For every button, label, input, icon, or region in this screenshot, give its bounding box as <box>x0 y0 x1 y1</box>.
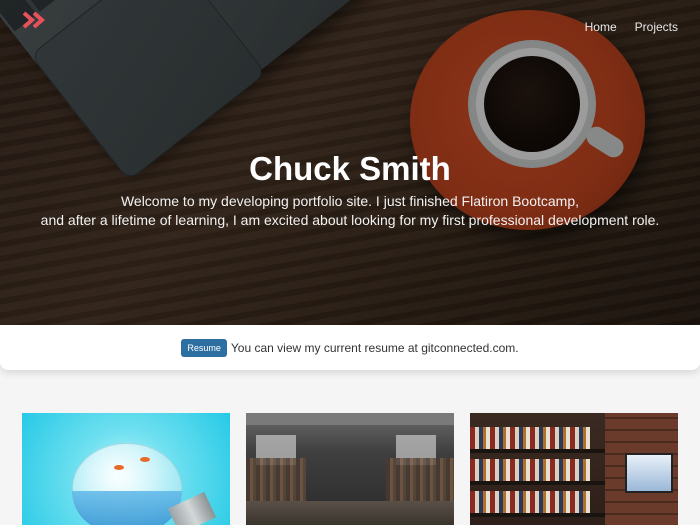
resume-text: You can view my current resume at gitcon… <box>230 340 519 355</box>
top-nav: Home Projects <box>585 20 678 34</box>
monitor <box>625 453 673 493</box>
book-row <box>470 427 590 449</box>
book-row <box>470 459 590 481</box>
fish-icon <box>140 457 150 462</box>
logo-double-chevron-icon[interactable] <box>22 10 48 30</box>
project-card-lightbulb[interactable] <box>22 413 230 525</box>
lightbulb-water <box>72 491 182 525</box>
project-card-bookshelf[interactable] <box>470 413 678 525</box>
resume-button[interactable]: Resume <box>181 338 227 357</box>
hero-subtitle: Welcome to my developing portfolio site.… <box>0 192 700 230</box>
hero-subtitle-line-1: Welcome to my developing portfolio site.… <box>120 193 580 209</box>
ceiling-beam <box>246 413 454 425</box>
project-cards <box>22 413 678 525</box>
shelf-plank <box>470 481 605 485</box>
fish-icon <box>114 465 124 470</box>
shelf-plank <box>470 513 605 517</box>
project-card-workshop[interactable] <box>246 413 454 525</box>
hero-subtitle-line-2: and after a lifetime of learning, I am e… <box>40 212 660 228</box>
page-title: Chuck Smith <box>249 150 451 187</box>
nav-item-projects[interactable]: Projects <box>635 20 678 34</box>
workshop-floor <box>246 501 454 525</box>
hero-banner: Home Projects Chuck Smith Welcome to my … <box>0 0 700 325</box>
nav-item-home[interactable]: Home <box>585 20 617 34</box>
resume-bar: Resume You can view my current resume at… <box>0 325 700 370</box>
shelf-plank <box>470 449 605 453</box>
book-row <box>470 491 590 513</box>
